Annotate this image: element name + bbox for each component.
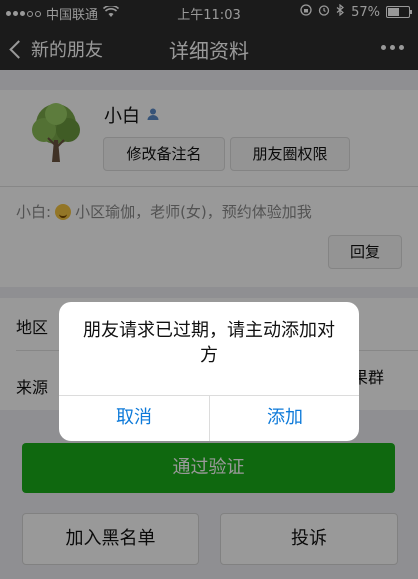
dialog-message: 朋友请求已过期，请主动添加对方 (83, 320, 335, 366)
add-button[interactable]: 添加 (210, 395, 359, 441)
cancel-button[interactable]: 取消 (59, 395, 209, 441)
modal-overlay[interactable] (0, 0, 418, 579)
alert-dialog: 朋友请求已过期，请主动添加对方 取消 添加 (59, 302, 359, 441)
